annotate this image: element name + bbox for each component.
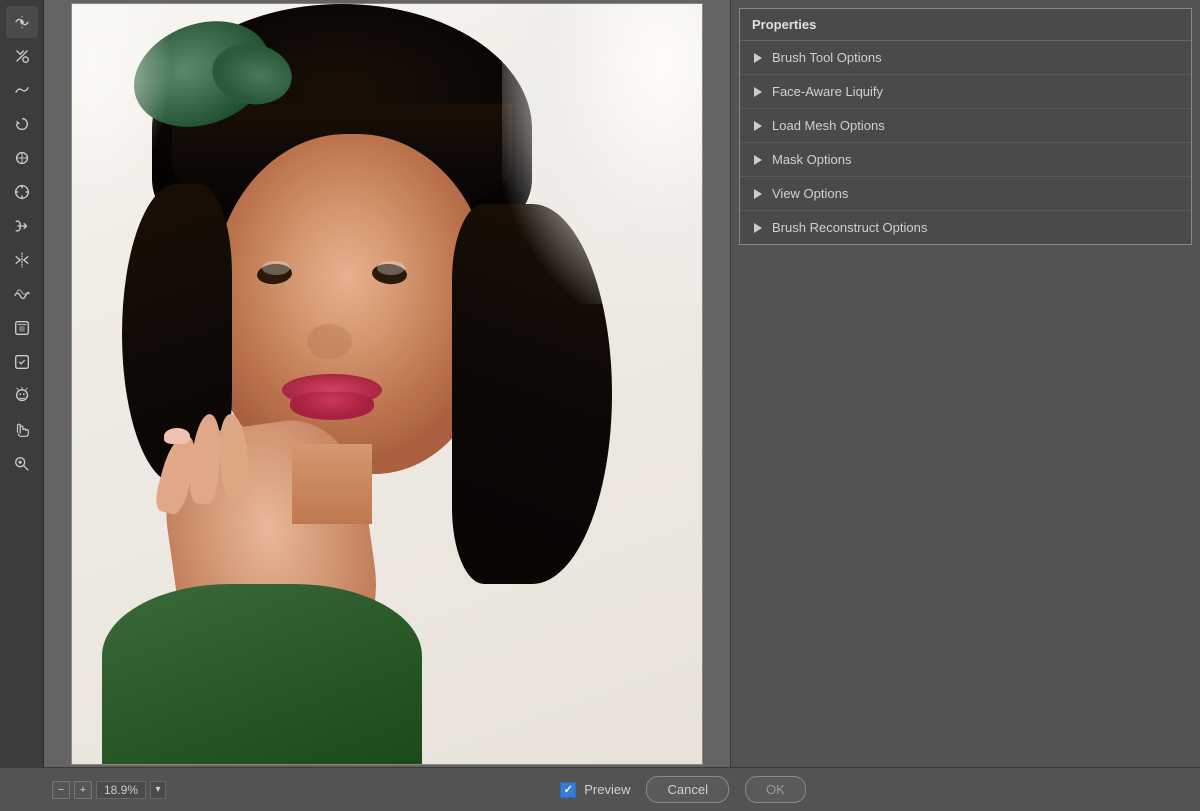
triangle-face-aware-icon bbox=[754, 87, 762, 97]
app-footer: − + 18.9% ▾ ✓ Preview Cancel OK bbox=[0, 767, 1200, 811]
preview-control: ✓ Preview bbox=[560, 782, 630, 798]
warp-icon bbox=[13, 13, 31, 31]
smooth-icon bbox=[13, 81, 31, 99]
properties-title: Properties bbox=[740, 9, 1191, 41]
panel-item-view-options[interactable]: View Options bbox=[740, 177, 1191, 211]
zoom-minus-button[interactable]: − bbox=[52, 781, 70, 799]
face-aware-liquify-label: Face-Aware Liquify bbox=[772, 84, 883, 99]
canvas-wrapper bbox=[71, 3, 703, 765]
panel-item-load-mesh-options[interactable]: Load Mesh Options bbox=[740, 109, 1191, 143]
main-area: Properties Brush Tool Options Face-Aware… bbox=[0, 0, 1200, 767]
zoom-plus-icon: + bbox=[80, 784, 86, 796]
tool-hand[interactable] bbox=[6, 414, 38, 446]
turbulence-icon bbox=[13, 285, 31, 303]
properties-inner: Properties Brush Tool Options Face-Aware… bbox=[731, 0, 1200, 767]
zoom-dropdown-button[interactable]: ▾ bbox=[150, 781, 166, 799]
mirror-icon bbox=[13, 251, 31, 269]
tool-twirl-cw[interactable] bbox=[6, 108, 38, 140]
tool-freeze-mask[interactable] bbox=[6, 312, 38, 344]
triangle-view-icon bbox=[754, 189, 762, 199]
tool-mirror[interactable] bbox=[6, 244, 38, 276]
canvas-area bbox=[44, 0, 730, 767]
pucker-icon bbox=[13, 149, 31, 167]
load-mesh-options-label: Load Mesh Options bbox=[772, 118, 885, 133]
tool-pucker[interactable] bbox=[6, 142, 38, 174]
freeze-mask-icon bbox=[13, 319, 31, 337]
reconstruct-icon bbox=[13, 47, 31, 65]
push-left-icon bbox=[13, 217, 31, 235]
mask-options-label: Mask Options bbox=[772, 152, 851, 167]
brush-reconstruct-options-label: Brush Reconstruct Options bbox=[772, 220, 927, 235]
tool-bloat[interactable] bbox=[6, 176, 38, 208]
twirl-cw-icon bbox=[13, 115, 31, 133]
tool-turbulence[interactable] bbox=[6, 278, 38, 310]
preview-label: Preview bbox=[584, 782, 630, 797]
zoom-icon bbox=[13, 455, 31, 473]
panel-item-brush-reconstruct-options[interactable]: Brush Reconstruct Options bbox=[740, 211, 1191, 244]
footer-right: ✓ Preview Cancel OK bbox=[166, 776, 1200, 803]
panel-item-mask-options[interactable]: Mask Options bbox=[740, 143, 1191, 177]
triangle-brush-reconstruct-icon bbox=[754, 223, 762, 233]
cancel-button[interactable]: Cancel bbox=[646, 776, 728, 803]
tool-zoom[interactable] bbox=[6, 448, 38, 480]
zoom-minus-icon: − bbox=[58, 784, 64, 796]
properties-box: Properties Brush Tool Options Face-Aware… bbox=[739, 8, 1192, 245]
triangle-load-mesh-icon bbox=[754, 121, 762, 131]
tool-smooth[interactable] bbox=[6, 74, 38, 106]
brush-tool-options-label: Brush Tool Options bbox=[772, 50, 882, 65]
face-icon bbox=[13, 387, 31, 405]
triangle-brush-tool-icon bbox=[754, 53, 762, 63]
thaw-mask-icon bbox=[13, 353, 31, 371]
footer-zoom-controls: − + 18.9% ▾ bbox=[0, 781, 166, 799]
zoom-plus-button[interactable]: + bbox=[74, 781, 92, 799]
triangle-mask-icon bbox=[754, 155, 762, 165]
tool-push-left[interactable] bbox=[6, 210, 38, 242]
tool-reconstruct[interactable] bbox=[6, 40, 38, 72]
panel-item-brush-tool-options[interactable]: Brush Tool Options bbox=[740, 41, 1191, 75]
canvas-image bbox=[72, 4, 702, 764]
tool-forward-warp[interactable] bbox=[6, 6, 38, 38]
preview-checkbox[interactable]: ✓ bbox=[560, 782, 576, 798]
view-options-label: View Options bbox=[772, 186, 848, 201]
tool-face-aware[interactable] bbox=[6, 380, 38, 412]
zoom-value-display[interactable]: 18.9% bbox=[96, 781, 146, 799]
properties-panel: Properties Brush Tool Options Face-Aware… bbox=[730, 0, 1200, 767]
toolbar bbox=[0, 0, 44, 767]
ok-button[interactable]: OK bbox=[745, 776, 806, 803]
tool-thaw-mask[interactable] bbox=[6, 346, 38, 378]
bloat-icon bbox=[13, 183, 31, 201]
zoom-dropdown-icon: ▾ bbox=[155, 784, 160, 795]
panel-item-face-aware-liquify[interactable]: Face-Aware Liquify bbox=[740, 75, 1191, 109]
hand-icon bbox=[13, 421, 31, 439]
checkmark-icon: ✓ bbox=[564, 783, 573, 796]
